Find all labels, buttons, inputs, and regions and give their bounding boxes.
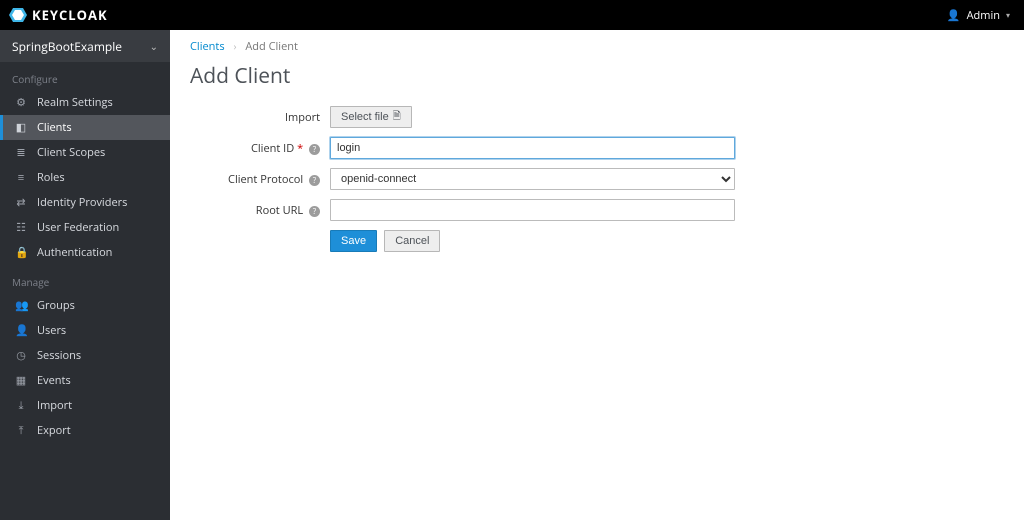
realm-selector[interactable]: SpringBootExample ⌄: [0, 30, 170, 62]
sidebar-item-groups[interactable]: 👥 Groups: [0, 293, 170, 318]
user-menu[interactable]: 👤 Admin ▾: [947, 8, 1010, 23]
brand-logo[interactable]: KEYCLOAK: [8, 5, 108, 25]
sidebar-item-roles[interactable]: ≡ Roles: [0, 165, 170, 190]
keycloak-logo-icon: [8, 5, 28, 25]
sidebar-item-client-scopes[interactable]: ≣ Client Scopes: [0, 140, 170, 165]
top-bar: KEYCLOAK 👤 Admin ▾: [0, 0, 1024, 30]
row-root-url: Root URL ?: [190, 199, 930, 221]
group-icon: 👥: [15, 298, 27, 313]
label-client-protocol: Client Protocol ?: [190, 172, 330, 187]
sidebar-item-label: User Federation: [37, 220, 119, 235]
sidebar-item-authentication[interactable]: 🔒 Authentication: [0, 240, 170, 265]
clock-icon: ◷: [15, 348, 27, 363]
sidebar-item-identity-providers[interactable]: ⇄ Identity Providers: [0, 190, 170, 215]
sidebar-item-label: Export: [37, 423, 71, 438]
lock-icon: 🔒: [15, 245, 27, 260]
sidebar-item-user-federation[interactable]: ☷ User Federation: [0, 215, 170, 240]
calendar-icon: ▦: [15, 373, 27, 388]
user-label: Admin: [967, 8, 1000, 23]
row-import: Import Select file 🗎: [190, 106, 930, 128]
chevron-down-icon: ▾: [1006, 10, 1010, 21]
db-icon: ☷: [15, 220, 27, 235]
sidebar-item-label: Realm Settings: [37, 95, 113, 110]
breadcrumb-root-link[interactable]: Clients: [190, 39, 225, 54]
sidebar-item-users[interactable]: 👤 Users: [0, 318, 170, 343]
root-url-input[interactable]: [330, 199, 735, 221]
sidebar-section-title: Configure: [0, 62, 170, 90]
import-icon: ⤓: [15, 398, 27, 413]
export-icon: ⤒: [15, 423, 27, 438]
main-content: Clients › Add Client Add Client Import S…: [170, 30, 1024, 520]
row-client-protocol: Client Protocol ? openid-connectsaml: [190, 168, 930, 190]
breadcrumb-current: Add Client: [245, 39, 298, 54]
select-file-button[interactable]: Select file 🗎: [330, 106, 412, 128]
help-icon[interactable]: ?: [309, 175, 320, 186]
cube-icon: ◧: [15, 120, 27, 135]
sidebar-item-label: Users: [37, 323, 66, 338]
page-title: Add Client: [190, 62, 1004, 90]
label-import: Import: [190, 110, 330, 125]
row-actions: Save Cancel: [190, 230, 930, 252]
breadcrumb: Clients › Add Client: [190, 39, 1004, 54]
sidebar-item-events[interactable]: ▦ Events: [0, 368, 170, 393]
add-client-form: Import Select file 🗎 Client ID * ?: [190, 106, 930, 252]
user-icon: 👤: [15, 323, 27, 338]
client-id-input[interactable]: [330, 137, 735, 159]
sidebar-item-label: Identity Providers: [37, 195, 127, 210]
list-icon: ≣: [15, 145, 27, 160]
row-client-id: Client ID * ?: [190, 137, 930, 159]
sidebar: SpringBootExample ⌄ Configure ⚙ Realm Sett…: [0, 30, 170, 520]
chevron-down-icon: ⌄: [150, 39, 158, 53]
breadcrumb-separator-icon: ›: [233, 39, 236, 53]
sidebar-item-label: Authentication: [37, 245, 112, 260]
label-root-url: Root URL ?: [190, 203, 330, 218]
label-client-id: Client ID * ?: [190, 141, 330, 156]
sidebar-section-title: Manage: [0, 265, 170, 293]
help-icon[interactable]: ?: [309, 144, 320, 155]
user-icon: 👤: [947, 8, 961, 23]
sliders-icon: ⚙: [15, 95, 27, 110]
help-icon[interactable]: ?: [309, 206, 320, 217]
sidebar-item-export[interactable]: ⤒ Export: [0, 418, 170, 443]
sidebar-item-label: Events: [37, 373, 71, 388]
save-button[interactable]: Save: [330, 230, 377, 252]
bars-icon: ≡: [15, 170, 27, 185]
realm-name: SpringBootExample: [12, 38, 122, 55]
sidebar-item-label: Groups: [37, 298, 75, 313]
sidebar-item-label: Roles: [37, 170, 65, 185]
sidebar-item-sessions[interactable]: ◷ Sessions: [0, 343, 170, 368]
sidebar-item-import[interactable]: ⤓ Import: [0, 393, 170, 418]
sidebar-sections: Configure ⚙ Realm Settings ◧ Clients ≣ Client …: [0, 62, 170, 443]
client-protocol-select[interactable]: openid-connectsaml: [330, 168, 735, 190]
sidebar-item-label: Sessions: [37, 348, 81, 363]
cancel-button[interactable]: Cancel: [384, 230, 440, 252]
link-icon: ⇄: [15, 195, 27, 210]
sidebar-item-label: Client Scopes: [37, 145, 105, 160]
sidebar-item-label: Import: [37, 398, 72, 413]
sidebar-item-label: Clients: [37, 120, 72, 135]
sidebar-item-realm-settings[interactable]: ⚙ Realm Settings: [0, 90, 170, 115]
brand-name: KEYCLOAK: [32, 6, 108, 24]
sidebar-item-clients[interactable]: ◧ Clients: [0, 115, 170, 140]
file-icon: 🗎: [393, 109, 401, 126]
